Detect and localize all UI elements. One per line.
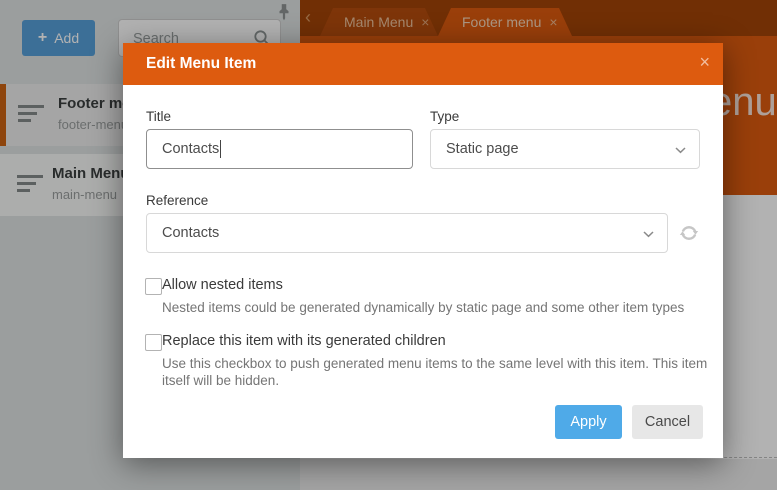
allow-nested-items-checkbox[interactable] [145,278,162,295]
title-field-label: Title [146,109,171,124]
title-input-value: Contacts [162,141,219,157]
menu-manager-page: + Add Footer menu footer-menu [0,0,777,490]
replace-item-checkbox[interactable] [145,334,162,351]
close-icon[interactable]: × [699,52,710,73]
dialog-title: Edit Menu Item [146,55,256,73]
type-select[interactable]: Static page [430,129,700,169]
type-select-value: Static page [446,141,519,157]
replace-item-help: Use this checkbox to push generated menu… [162,355,710,389]
apply-button[interactable]: Apply [555,405,622,439]
dialog-header: Edit Menu Item × [123,43,723,85]
chevron-down-icon [675,147,686,154]
type-field-label: Type [430,109,459,124]
refresh-icon[interactable] [678,222,700,244]
cancel-button[interactable]: Cancel [632,405,703,439]
replace-item-label: Replace this item with its generated chi… [162,333,446,349]
chevron-down-icon [643,231,654,238]
allow-nested-items-help: Nested items could be generated dynamica… [162,299,710,316]
title-input[interactable]: Contacts [146,129,413,169]
text-caret [220,140,221,158]
reference-field-label: Reference [146,193,208,208]
reference-select[interactable]: Contacts [146,213,668,253]
allow-nested-items-label: Allow nested items [162,277,283,293]
reference-select-value: Contacts [162,225,219,241]
edit-menu-item-dialog: Edit Menu Item × Title Contacts Type Sta… [123,43,723,458]
